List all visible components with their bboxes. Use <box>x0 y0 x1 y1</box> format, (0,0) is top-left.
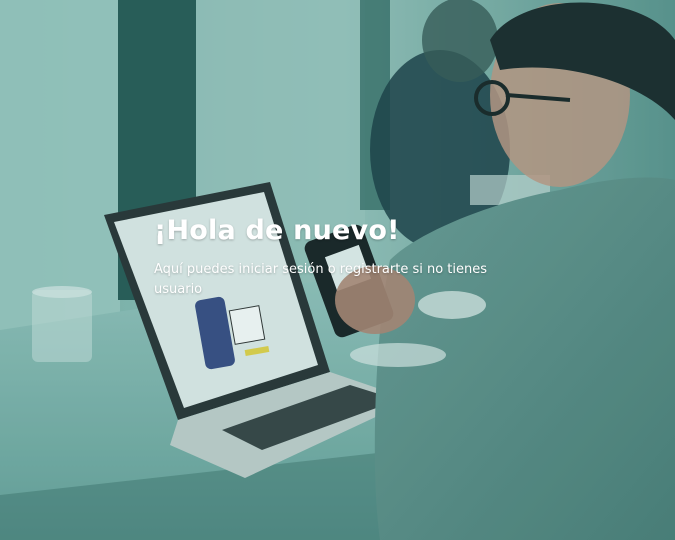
page-subtitle: Aquí puedes iniciar sesión o registrarte… <box>154 262 488 297</box>
page-title: ¡Hola de nuevo! <box>154 215 400 246</box>
hero-block: ¡Hola de nuevo! Aquí puedes iniciar sesi… <box>154 214 524 300</box>
